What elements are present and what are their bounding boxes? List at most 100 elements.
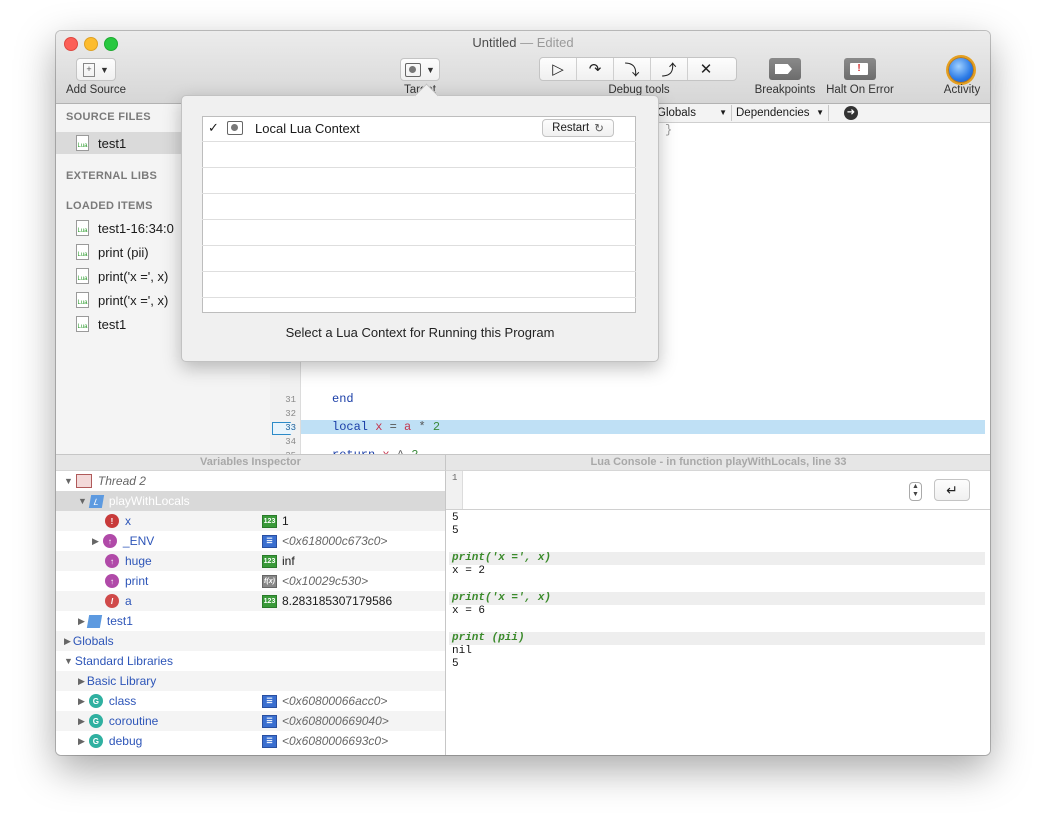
- console-command: print (pii): [449, 632, 985, 645]
- step-into-icon[interactable]: ⤵: [614, 58, 651, 80]
- console-output-line: nil: [452, 645, 472, 657]
- disclosure-closed-icon: ▶: [64, 635, 71, 646]
- lua-file-icon: Lua: [76, 135, 89, 151]
- context-row-empty: [202, 272, 636, 298]
- chevron-down-icon: ▼: [719, 108, 727, 117]
- breakpoints-button[interactable]: [769, 58, 801, 80]
- variable-value: <0x10029c530>: [282, 574, 369, 588]
- console-output: 5 5 print('x =', x) x = 2 print('x =', x) x =…: [446, 512, 990, 752]
- standard-libraries-label: Standard Libraries: [74, 654, 173, 668]
- navigate-forward-icon[interactable]: ➜: [844, 106, 858, 120]
- breakpoints-label: Breakpoints: [754, 84, 816, 96]
- disclosure-closed-icon: ▶: [78, 735, 85, 746]
- table-type-icon: ☰: [262, 534, 277, 548]
- context-icon: [405, 62, 422, 77]
- globals-select[interactable]: Globals ▼: [657, 105, 732, 121]
- library-name: coroutine: [108, 714, 159, 728]
- function-label: playWithLocals: [108, 494, 190, 508]
- disclosure-open-icon: ▼: [64, 656, 73, 666]
- basic-library-label: Basic Library: [86, 674, 157, 688]
- add-source-label: Add Source: [65, 84, 127, 96]
- variable-value: inf: [282, 554, 295, 568]
- stop-icon[interactable]: ✕: [688, 58, 724, 80]
- console-output-line: 5: [452, 658, 459, 670]
- context-row-local[interactable]: ✓ Local Lua Context Restart ↻: [202, 116, 636, 142]
- step-over-icon[interactable]: ↷: [577, 58, 614, 80]
- add-source-button[interactable]: + ▼: [76, 58, 116, 81]
- variable-row[interactable]: l a 123 8.283185307179586: [56, 591, 445, 611]
- disclosure-closed-icon: ▶: [78, 675, 85, 686]
- code-line-31: end: [332, 392, 354, 406]
- variables-inspector: ▼ Thread 2 ▼ L playWithLocals ! x 123 1 …: [56, 471, 445, 755]
- window-title: Untitled — Edited: [472, 35, 574, 50]
- disclosure-closed-icon: ▶: [92, 535, 99, 546]
- context-name: Local Lua Context: [255, 121, 360, 136]
- variable-value: 1: [282, 514, 289, 528]
- function-row[interactable]: ▼ L playWithLocals: [56, 491, 445, 511]
- library-row[interactable]: ▶ G coroutine ☰ <0x608000669040>: [56, 711, 445, 731]
- return-icon: ↵: [946, 481, 958, 498]
- variable-row[interactable]: ▶ ↑ _ENV ☰ <0x618000c673c0>: [56, 531, 445, 551]
- globals-label: Globals: [72, 634, 114, 648]
- execute-button[interactable]: ↵: [934, 479, 970, 501]
- loaded-item-label: test1-16:34:0: [98, 220, 174, 236]
- locked-lua-file-icon: Lua: [76, 220, 89, 236]
- run-icon[interactable]: ▷: [540, 58, 577, 80]
- variables-inspector-header: Variables Inspector: [56, 454, 445, 471]
- local-variable-icon: !: [105, 514, 119, 528]
- table-type-icon: ☰: [262, 734, 277, 748]
- variable-row[interactable]: ↑ huge 123 inf: [56, 551, 445, 571]
- halt-on-error-button[interactable]: !: [844, 58, 876, 80]
- globals-row[interactable]: ▶ Globals: [56, 631, 445, 651]
- variable-value: 8.283185307179586: [282, 594, 393, 608]
- dependencies-select[interactable]: Dependencies ▼: [736, 105, 829, 121]
- variable-name: x: [125, 514, 131, 528]
- variable-name: print: [125, 574, 149, 588]
- history-stepper[interactable]: ▲ ▼: [909, 482, 922, 501]
- restart-icon: ↻: [594, 123, 604, 135]
- loaded-item-label: print (pii): [98, 244, 149, 260]
- console-output-line: x = 6: [452, 605, 486, 617]
- lua-console-header: Lua Console - in function playWithLocals…: [445, 454, 990, 471]
- variable-name: a: [125, 594, 132, 608]
- basic-library-row[interactable]: ▶ Basic Library: [56, 671, 445, 691]
- variable-name: huge: [125, 554, 152, 568]
- restart-button[interactable]: Restart ↻: [542, 119, 614, 137]
- function-row[interactable]: ▶ test1: [56, 611, 445, 631]
- global-table-icon: G: [88, 694, 103, 708]
- table-type-icon: ☰: [262, 714, 277, 728]
- variable-row[interactable]: ! x 123 1: [56, 511, 445, 531]
- table-type-icon: ☰: [262, 694, 277, 708]
- step-out-icon[interactable]: ⤴: [651, 58, 688, 80]
- disclosure-closed-icon: ▶: [78, 715, 85, 726]
- line-number: 32: [285, 409, 296, 419]
- library-value: <0x6080006693c0>: [282, 734, 389, 748]
- variable-row[interactable]: ↑ print f(x) <0x10029c530>: [56, 571, 445, 591]
- library-name: debug: [108, 734, 143, 748]
- standard-libraries-row[interactable]: ▼ Standard Libraries: [56, 651, 445, 671]
- function-type-icon: f(x): [262, 574, 277, 588]
- target-button[interactable]: ▼: [400, 58, 440, 81]
- context-icon: [227, 121, 243, 135]
- console-output-line: 5: [452, 512, 459, 524]
- loaded-item-label: print('x =', x): [98, 268, 169, 284]
- toolbar: Untitled — Edited + ▼ Add Source ▼ Targe…: [56, 31, 990, 104]
- library-row[interactable]: ▶ G class ☰ <0x60800066acc0>: [56, 691, 445, 711]
- console-input-gutter: 1: [446, 471, 463, 509]
- activity-label: Activity: [943, 84, 981, 96]
- thread-row[interactable]: ▼ Thread 2: [56, 471, 445, 491]
- error-icon: !: [850, 63, 868, 75]
- console-input[interactable]: [463, 471, 903, 509]
- disclosure-open-icon: ▼: [78, 496, 87, 506]
- library-row[interactable]: ▶ G debug ☰ <0x6080006693c0>: [56, 731, 445, 751]
- global-table-icon: G: [88, 714, 103, 728]
- locked-lua-file-icon: Lua: [76, 292, 89, 308]
- line-number: 31: [285, 395, 296, 405]
- disclosure-open-icon: ▼: [64, 476, 73, 486]
- lua-console: 1 ▲ ▼ ↵ 5 5 print('x =', x) x = 2 print('x ='…: [445, 471, 990, 755]
- activity-icon[interactable]: [948, 57, 974, 83]
- local-variable-icon: l: [105, 594, 119, 608]
- popover-caption: Select a Lua Context for Running this Pr…: [285, 325, 555, 340]
- console-command: print('x =', x): [449, 552, 985, 565]
- disclosure-closed-icon: ▶: [78, 615, 85, 626]
